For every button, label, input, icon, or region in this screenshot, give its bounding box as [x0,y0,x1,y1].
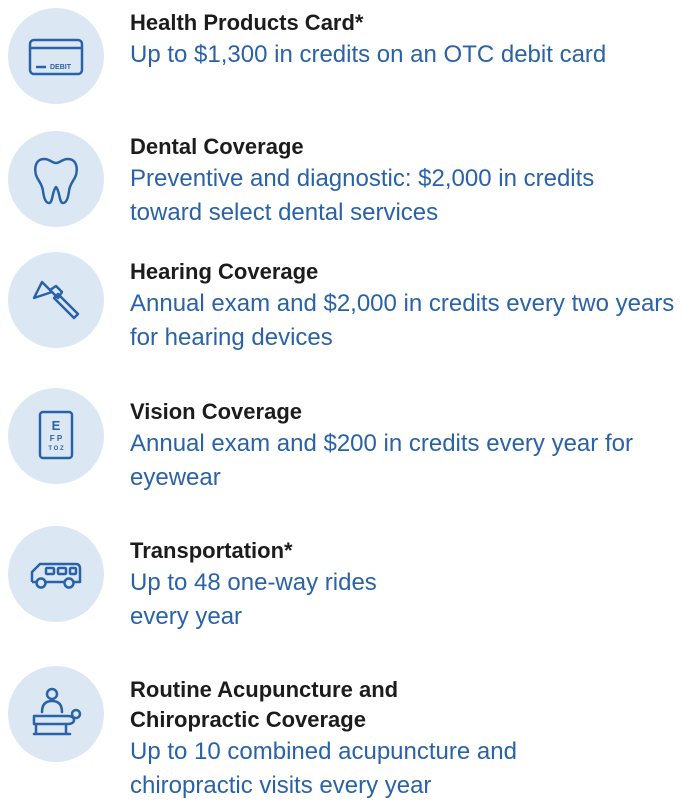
benefit-description-line-1: Up to 48 one-way rides [130,569,377,596]
benefit-title-line-1: Routine Acupuncture and [130,677,399,702]
debit-card-label: DEBIT [50,64,72,71]
benefit-title: Health Products Card* [130,10,364,35]
benefit-icon-circle: E F P T O Z [8,388,104,484]
massage-table-icon [32,687,82,736]
benefit-title: Dental Coverage [130,134,304,159]
benefit-title-line-2: Chiropractic Coverage [130,707,366,732]
otoscope-icon [32,280,80,320]
benefit-description: Up to $1,300 in credits on an OTC debit … [130,41,607,68]
benefit-icon-circle [8,526,104,622]
eye-chart-line-2: F P [50,434,63,443]
van-icon [30,562,82,589]
benefit-description-line-1: Up to 10 combined acupuncture and [130,738,517,765]
tooth-icon [34,157,78,205]
benefit-title: Vision Coverage [130,399,302,424]
benefit-description: Annual exam and $2,000 in credits every … [130,290,675,351]
benefit-description-line-2: chiropractic visits every year [130,772,432,799]
debit-card-icon: DEBIT [28,38,84,76]
eye-chart-icon: E F P T O Z [38,410,74,460]
benefit-icon-circle [8,252,104,348]
benefit-title: Transportation* [130,538,293,563]
benefit-description: Annual exam and $200 in credits every ye… [130,430,633,491]
benefit-title: Hearing Coverage [130,259,319,284]
eye-chart-line-1: E [52,418,61,433]
eye-chart-line-3: T O Z [48,446,64,452]
benefit-description: Preventive and diagnostic: $2,000 in cre… [130,165,595,226]
benefit-icon-circle [8,131,104,227]
benefit-icon-circle [8,666,104,762]
benefit-icon-circle: DEBIT [8,8,104,104]
benefit-description-line-2: every year [130,603,243,630]
